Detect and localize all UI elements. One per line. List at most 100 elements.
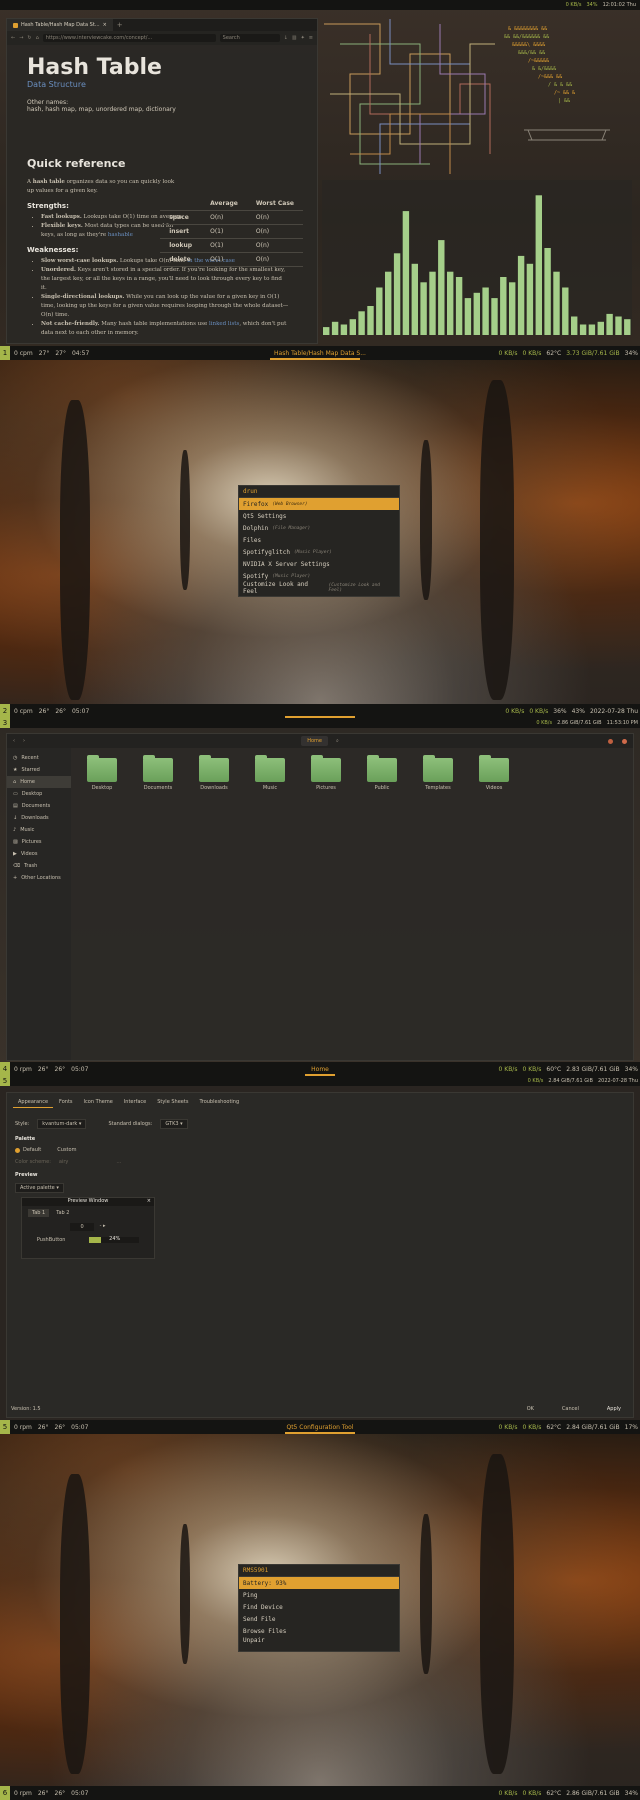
- sidebar-item-documents[interactable]: ▤ Documents: [7, 800, 71, 812]
- tab-interface[interactable]: Interface: [119, 1097, 151, 1108]
- bt-item[interactable]: Ping: [239, 1589, 399, 1601]
- visualizer-bar: [615, 316, 622, 335]
- hashable-link[interactable]: hashable: [108, 232, 133, 238]
- visualizer-bar: [464, 298, 472, 335]
- folder-item[interactable]: Templates: [421, 755, 455, 791]
- visualizer-bar: [331, 321, 339, 335]
- clock[interactable]: 12:01:02 Thu: [603, 2, 636, 8]
- visualizer-bar: [509, 282, 516, 335]
- bt-item[interactable]: Find Device: [239, 1601, 399, 1613]
- section-heading: Quick reference: [27, 157, 126, 170]
- color-scheme-select[interactable]: airy: [59, 1159, 68, 1165]
- bt-item[interactable]: Browse Files: [239, 1625, 399, 1637]
- home-icon[interactable]: ⌂: [36, 35, 39, 41]
- bt-item[interactable]: Send File: [239, 1613, 399, 1625]
- bt-item[interactable]: Unpair: [239, 1637, 399, 1645]
- document-icon: ▤: [13, 803, 18, 809]
- firefox-window: Hash Table/Hash Map Data St... × + ← → ↻…: [6, 18, 318, 344]
- push-button[interactable]: PushButton: [37, 1237, 66, 1243]
- spin-arrows[interactable]: - ▸: [100, 1223, 106, 1231]
- workspace-indicator[interactable]: 1: [0, 346, 10, 360]
- launcher-item[interactable]: Files: [239, 534, 399, 546]
- edit-icon[interactable]: …: [116, 1159, 121, 1165]
- download-icon[interactable]: ↓: [284, 35, 288, 41]
- visualizer-bar: [393, 253, 401, 335]
- progress-bar: 24%: [89, 1236, 140, 1243]
- minimize-icon[interactable]: [608, 738, 613, 744]
- folder-item[interactable]: Documents: [141, 755, 175, 791]
- tab-appearance[interactable]: Appearance: [13, 1097, 54, 1108]
- sidebar-item-starred[interactable]: ★ Starred: [7, 764, 71, 776]
- sidebar-item-music[interactable]: ♪ Music: [7, 824, 71, 836]
- back-icon[interactable]: ‹: [13, 738, 15, 744]
- location-breadcrumb[interactable]: Home: [301, 736, 328, 746]
- visualizer-bar: [553, 271, 560, 335]
- top-panel: 0 KB/s 34% 12:01:02 Thu: [0, 0, 640, 10]
- extensions-icon[interactable]: ✦: [301, 35, 305, 41]
- launcher-prompt[interactable]: drun: [239, 486, 399, 498]
- launcher-item[interactable]: Customize Look and Feel (Customize Look a…: [239, 581, 399, 595]
- forward-icon[interactable]: ›: [23, 738, 25, 744]
- tab-troubleshooting[interactable]: Troubleshooting: [194, 1097, 244, 1108]
- close-icon[interactable]: [622, 738, 627, 744]
- sidebar-item-other-locations[interactable]: + Other Locations: [7, 872, 71, 884]
- back-icon[interactable]: ←: [11, 35, 15, 41]
- search-icon[interactable]: ⌕: [336, 738, 339, 744]
- browser-tab[interactable]: Hash Table/Hash Map Data St... ×: [7, 19, 113, 31]
- sidebar-item-desktop[interactable]: ▭ Desktop: [7, 788, 71, 800]
- files-window: ‹ › Home ⌕ ◷ Recent ★ Starred ⌂ Home ▭ Deskt…: [6, 733, 634, 1061]
- sidebar-item-downloads[interactable]: ↓ Downloads: [7, 812, 71, 824]
- sidebar-item-recent[interactable]: ◷ Recent: [7, 752, 71, 764]
- launcher-item[interactable]: Qt5 Settings: [239, 510, 399, 522]
- dialogs-select[interactable]: GTK3 ▾: [160, 1119, 188, 1129]
- url-bar[interactable]: https://www.interviewcake.com/concept/..…: [42, 34, 216, 42]
- library-icon[interactable]: ▥: [292, 35, 297, 41]
- folder-item[interactable]: Videos: [477, 755, 511, 791]
- custom-radio[interactable]: Custom: [57, 1147, 76, 1153]
- folder-item[interactable]: Pictures: [309, 755, 343, 791]
- svg-text:& &/&&&&: & &/&&&&: [532, 66, 556, 72]
- window-title[interactable]: Hash Table/Hash Map Data S...: [274, 350, 366, 357]
- tab-2[interactable]: Tab 2: [52, 1209, 73, 1217]
- tab-icon-theme[interactable]: Icon Theme: [79, 1097, 118, 1108]
- ram: 34%: [586, 2, 598, 8]
- folder-item[interactable]: Desktop: [85, 755, 119, 791]
- launcher-item[interactable]: Spotifyglitch (Music Player): [239, 546, 399, 558]
- tab-1[interactable]: Tab 1: [28, 1209, 50, 1217]
- folder-item[interactable]: Public: [365, 755, 399, 791]
- ok-button[interactable]: OK: [519, 1405, 542, 1413]
- visualizer-bar: [455, 277, 463, 335]
- default-radio[interactable]: Default: [15, 1147, 41, 1153]
- launcher-item[interactable]: Dolphin (File Manager): [239, 522, 399, 534]
- visualizer-bar: [482, 287, 489, 335]
- style-select[interactable]: kvantum-dark ▾: [37, 1119, 87, 1129]
- search-input[interactable]: Search: [219, 34, 280, 42]
- launcher-item[interactable]: Firefox (Web Browser): [239, 498, 399, 510]
- visualizer-bar: [517, 255, 525, 335]
- tab-fonts[interactable]: Fonts: [54, 1097, 78, 1108]
- bluetooth-prompt[interactable]: RMS5901: [239, 1565, 399, 1577]
- launcher-item[interactable]: NVIDIA X Server Settings: [239, 558, 399, 570]
- sidebar-item-videos[interactable]: ▶ Videos: [7, 848, 71, 860]
- palette-select[interactable]: Active palette ▾: [15, 1183, 64, 1193]
- close-tab-icon[interactable]: ×: [103, 22, 107, 28]
- sidebar-item-home[interactable]: ⌂ Home: [7, 776, 71, 788]
- reload-icon[interactable]: ↻: [27, 35, 31, 41]
- close-icon[interactable]: ×: [147, 1198, 151, 1204]
- forward-icon[interactable]: →: [19, 35, 23, 41]
- folder-item[interactable]: Downloads: [197, 755, 231, 791]
- svg-text:& &&&&&&&& &&: & &&&&&&&& &&: [508, 26, 547, 32]
- workspace-4: 5 0 KB/s 2.84 GiB/7.61 GiB 2022-07-28 Thu …: [0, 1076, 640, 1434]
- apply-button[interactable]: Apply: [599, 1405, 629, 1413]
- folder-item[interactable]: Music: [253, 755, 287, 791]
- sidebar-item-pictures[interactable]: ▨ Pictures: [7, 836, 71, 848]
- spin-box[interactable]: 0: [70, 1223, 94, 1231]
- bonsai-visualizer: & &&&&&&&& && && &&/&&&&&& && &&&&&\ &&&…: [504, 26, 610, 141]
- menu-icon[interactable]: ≡: [309, 35, 313, 41]
- linked-lists-link[interactable]: linked lists: [209, 321, 239, 327]
- new-tab-icon[interactable]: +: [113, 21, 123, 29]
- bt-item[interactable]: Battery: 93%: [239, 1577, 399, 1589]
- sidebar-item-trash[interactable]: ⌫ Trash: [7, 860, 71, 872]
- cancel-button[interactable]: Cancel: [554, 1405, 587, 1413]
- tab-style-sheets[interactable]: Style Sheets: [152, 1097, 193, 1108]
